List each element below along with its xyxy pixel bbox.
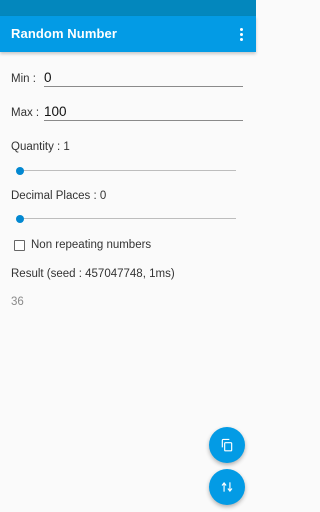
copy-button[interactable] — [209, 427, 245, 463]
app-bar: Random Number — [0, 16, 256, 52]
quantity-label: Quantity : 1 — [11, 141, 70, 153]
non-repeating-option[interactable]: Non repeating numbers — [14, 239, 151, 251]
min-field[interactable] — [44, 69, 243, 87]
max-label: Max : — [11, 107, 40, 119]
slider-track — [20, 170, 236, 171]
non-repeating-checkbox[interactable] — [14, 239, 25, 251]
result-value: 36 — [11, 296, 24, 308]
min-input[interactable] — [44, 70, 243, 85]
generate-button[interactable] — [209, 469, 245, 505]
non-repeating-label: Non repeating numbers — [31, 239, 152, 251]
result-label: Result (seed : 457047748, 1ms) — [11, 268, 175, 280]
max-field[interactable] — [44, 103, 243, 121]
app-title: Random Number — [11, 26, 118, 41]
decimal-places-label: Decimal Places : 0 — [11, 190, 107, 202]
slider-track — [20, 218, 236, 219]
min-label: Min : — [11, 73, 36, 85]
quantity-slider[interactable] — [16, 166, 236, 176]
swap-vertical-icon — [221, 481, 233, 493]
status-bar — [0, 0, 256, 16]
decimal-places-slider[interactable] — [16, 214, 236, 224]
slider-thumb[interactable] — [16, 215, 24, 223]
copy-icon — [221, 438, 233, 452]
slider-thumb[interactable] — [16, 167, 24, 175]
max-input[interactable] — [44, 104, 243, 119]
overflow-menu-icon[interactable] — [234, 24, 248, 44]
